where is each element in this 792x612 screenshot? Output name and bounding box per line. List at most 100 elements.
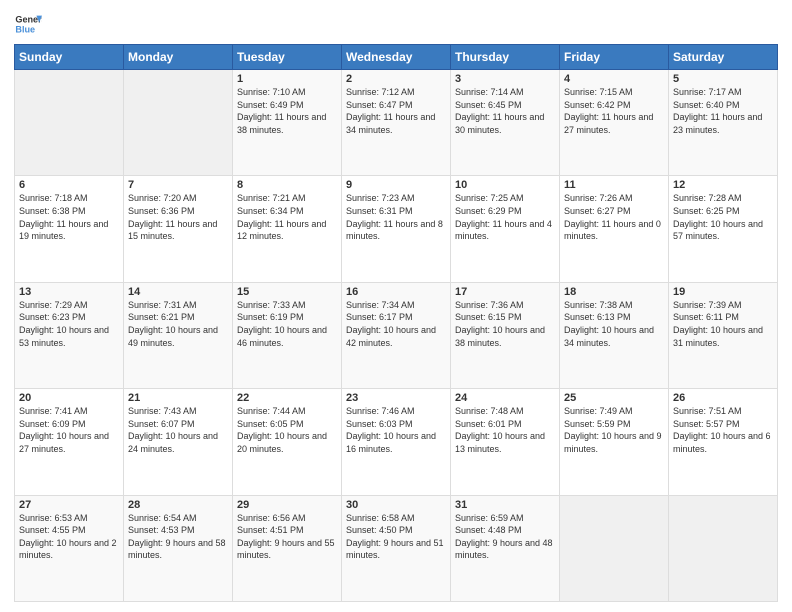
day-header-saturday: Saturday <box>669 45 778 70</box>
day-number: 2 <box>346 73 446 85</box>
day-number: 19 <box>673 286 773 298</box>
day-info: Sunrise: 7:51 AM Sunset: 5:57 PM Dayligh… <box>673 405 773 455</box>
calendar-cell: 31Sunrise: 6:59 AM Sunset: 4:48 PM Dayli… <box>451 495 560 601</box>
calendar-cell: 30Sunrise: 6:58 AM Sunset: 4:50 PM Dayli… <box>342 495 451 601</box>
day-info: Sunrise: 6:54 AM Sunset: 4:53 PM Dayligh… <box>128 512 228 562</box>
calendar-cell: 2Sunrise: 7:12 AM Sunset: 6:47 PM Daylig… <box>342 70 451 176</box>
day-number: 27 <box>19 499 119 511</box>
calendar-cell: 17Sunrise: 7:36 AM Sunset: 6:15 PM Dayli… <box>451 282 560 388</box>
day-header-monday: Monday <box>124 45 233 70</box>
day-number: 12 <box>673 179 773 191</box>
day-number: 18 <box>564 286 664 298</box>
calendar-cell <box>669 495 778 601</box>
calendar-cell: 6Sunrise: 7:18 AM Sunset: 6:38 PM Daylig… <box>15 176 124 282</box>
day-number: 7 <box>128 179 228 191</box>
calendar: SundayMondayTuesdayWednesdayThursdayFrid… <box>14 44 778 602</box>
day-number: 10 <box>455 179 555 191</box>
calendar-cell: 21Sunrise: 7:43 AM Sunset: 6:07 PM Dayli… <box>124 389 233 495</box>
day-number: 6 <box>19 179 119 191</box>
calendar-cell: 8Sunrise: 7:21 AM Sunset: 6:34 PM Daylig… <box>233 176 342 282</box>
day-info: Sunrise: 7:12 AM Sunset: 6:47 PM Dayligh… <box>346 86 446 136</box>
day-info: Sunrise: 6:53 AM Sunset: 4:55 PM Dayligh… <box>19 512 119 562</box>
day-info: Sunrise: 6:56 AM Sunset: 4:51 PM Dayligh… <box>237 512 337 562</box>
calendar-cell: 22Sunrise: 7:44 AM Sunset: 6:05 PM Dayli… <box>233 389 342 495</box>
day-number: 8 <box>237 179 337 191</box>
day-info: Sunrise: 7:21 AM Sunset: 6:34 PM Dayligh… <box>237 192 337 242</box>
day-header-tuesday: Tuesday <box>233 45 342 70</box>
day-header-friday: Friday <box>560 45 669 70</box>
calendar-cell: 5Sunrise: 7:17 AM Sunset: 6:40 PM Daylig… <box>669 70 778 176</box>
day-info: Sunrise: 7:15 AM Sunset: 6:42 PM Dayligh… <box>564 86 664 136</box>
day-info: Sunrise: 7:26 AM Sunset: 6:27 PM Dayligh… <box>564 192 664 242</box>
header: General Blue <box>14 10 778 38</box>
day-info: Sunrise: 7:43 AM Sunset: 6:07 PM Dayligh… <box>128 405 228 455</box>
day-info: Sunrise: 7:39 AM Sunset: 6:11 PM Dayligh… <box>673 299 773 349</box>
week-row: 20Sunrise: 7:41 AM Sunset: 6:09 PM Dayli… <box>15 389 778 495</box>
week-row: 6Sunrise: 7:18 AM Sunset: 6:38 PM Daylig… <box>15 176 778 282</box>
day-info: Sunrise: 7:36 AM Sunset: 6:15 PM Dayligh… <box>455 299 555 349</box>
day-info: Sunrise: 7:17 AM Sunset: 6:40 PM Dayligh… <box>673 86 773 136</box>
calendar-cell: 25Sunrise: 7:49 AM Sunset: 5:59 PM Dayli… <box>560 389 669 495</box>
week-row: 1Sunrise: 7:10 AM Sunset: 6:49 PM Daylig… <box>15 70 778 176</box>
day-number: 20 <box>19 392 119 404</box>
day-number: 31 <box>455 499 555 511</box>
day-number: 17 <box>455 286 555 298</box>
calendar-cell: 14Sunrise: 7:31 AM Sunset: 6:21 PM Dayli… <box>124 282 233 388</box>
calendar-cell: 10Sunrise: 7:25 AM Sunset: 6:29 PM Dayli… <box>451 176 560 282</box>
day-header-sunday: Sunday <box>15 45 124 70</box>
day-number: 21 <box>128 392 228 404</box>
day-number: 29 <box>237 499 337 511</box>
calendar-cell: 20Sunrise: 7:41 AM Sunset: 6:09 PM Dayli… <box>15 389 124 495</box>
calendar-cell: 29Sunrise: 6:56 AM Sunset: 4:51 PM Dayli… <box>233 495 342 601</box>
calendar-cell: 4Sunrise: 7:15 AM Sunset: 6:42 PM Daylig… <box>560 70 669 176</box>
day-number: 9 <box>346 179 446 191</box>
day-info: Sunrise: 7:46 AM Sunset: 6:03 PM Dayligh… <box>346 405 446 455</box>
calendar-cell: 1Sunrise: 7:10 AM Sunset: 6:49 PM Daylig… <box>233 70 342 176</box>
day-number: 15 <box>237 286 337 298</box>
calendar-cell: 12Sunrise: 7:28 AM Sunset: 6:25 PM Dayli… <box>669 176 778 282</box>
day-number: 3 <box>455 73 555 85</box>
day-info: Sunrise: 6:59 AM Sunset: 4:48 PM Dayligh… <box>455 512 555 562</box>
calendar-cell: 16Sunrise: 7:34 AM Sunset: 6:17 PM Dayli… <box>342 282 451 388</box>
day-info: Sunrise: 7:38 AM Sunset: 6:13 PM Dayligh… <box>564 299 664 349</box>
logo-icon: General Blue <box>14 10 42 38</box>
day-info: Sunrise: 7:29 AM Sunset: 6:23 PM Dayligh… <box>19 299 119 349</box>
calendar-cell <box>124 70 233 176</box>
day-number: 4 <box>564 73 664 85</box>
day-info: Sunrise: 7:14 AM Sunset: 6:45 PM Dayligh… <box>455 86 555 136</box>
calendar-cell: 28Sunrise: 6:54 AM Sunset: 4:53 PM Dayli… <box>124 495 233 601</box>
calendar-cell: 19Sunrise: 7:39 AM Sunset: 6:11 PM Dayli… <box>669 282 778 388</box>
day-header-thursday: Thursday <box>451 45 560 70</box>
day-info: Sunrise: 7:10 AM Sunset: 6:49 PM Dayligh… <box>237 86 337 136</box>
day-info: Sunrise: 7:49 AM Sunset: 5:59 PM Dayligh… <box>564 405 664 455</box>
logo: General Blue <box>14 10 42 38</box>
day-info: Sunrise: 7:25 AM Sunset: 6:29 PM Dayligh… <box>455 192 555 242</box>
day-info: Sunrise: 7:23 AM Sunset: 6:31 PM Dayligh… <box>346 192 446 242</box>
calendar-cell: 13Sunrise: 7:29 AM Sunset: 6:23 PM Dayli… <box>15 282 124 388</box>
calendar-cell: 23Sunrise: 7:46 AM Sunset: 6:03 PM Dayli… <box>342 389 451 495</box>
svg-text:Blue: Blue <box>15 24 35 34</box>
day-info: Sunrise: 7:20 AM Sunset: 6:36 PM Dayligh… <box>128 192 228 242</box>
day-info: Sunrise: 6:58 AM Sunset: 4:50 PM Dayligh… <box>346 512 446 562</box>
day-number: 26 <box>673 392 773 404</box>
day-info: Sunrise: 7:28 AM Sunset: 6:25 PM Dayligh… <box>673 192 773 242</box>
calendar-cell: 15Sunrise: 7:33 AM Sunset: 6:19 PM Dayli… <box>233 282 342 388</box>
day-number: 1 <box>237 73 337 85</box>
day-info: Sunrise: 7:33 AM Sunset: 6:19 PM Dayligh… <box>237 299 337 349</box>
day-number: 25 <box>564 392 664 404</box>
calendar-cell: 18Sunrise: 7:38 AM Sunset: 6:13 PM Dayli… <box>560 282 669 388</box>
calendar-cell: 7Sunrise: 7:20 AM Sunset: 6:36 PM Daylig… <box>124 176 233 282</box>
calendar-cell: 27Sunrise: 6:53 AM Sunset: 4:55 PM Dayli… <box>15 495 124 601</box>
day-info: Sunrise: 7:41 AM Sunset: 6:09 PM Dayligh… <box>19 405 119 455</box>
day-info: Sunrise: 7:18 AM Sunset: 6:38 PM Dayligh… <box>19 192 119 242</box>
week-row: 13Sunrise: 7:29 AM Sunset: 6:23 PM Dayli… <box>15 282 778 388</box>
week-row: 27Sunrise: 6:53 AM Sunset: 4:55 PM Dayli… <box>15 495 778 601</box>
day-number: 11 <box>564 179 664 191</box>
day-info: Sunrise: 7:44 AM Sunset: 6:05 PM Dayligh… <box>237 405 337 455</box>
day-number: 30 <box>346 499 446 511</box>
day-number: 13 <box>19 286 119 298</box>
day-info: Sunrise: 7:31 AM Sunset: 6:21 PM Dayligh… <box>128 299 228 349</box>
calendar-cell: 3Sunrise: 7:14 AM Sunset: 6:45 PM Daylig… <box>451 70 560 176</box>
day-number: 28 <box>128 499 228 511</box>
day-number: 22 <box>237 392 337 404</box>
